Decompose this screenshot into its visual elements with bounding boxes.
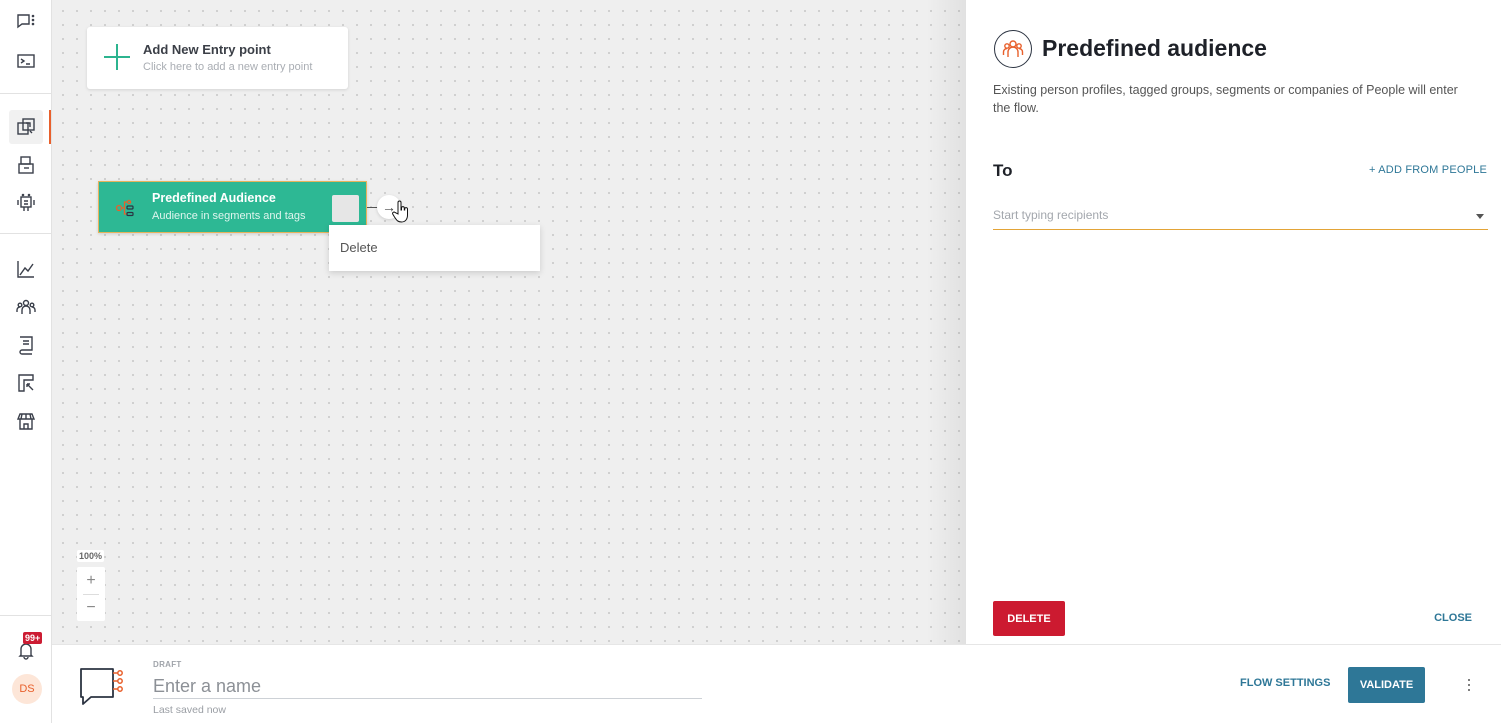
add-from-people-link[interactable]: + ADD FROM PEOPLE (1369, 164, 1487, 176)
rail-divider (0, 93, 52, 94)
rail-item-conversations[interactable] (9, 5, 43, 39)
rail-item-analytics[interactable] (9, 252, 43, 286)
chat-menu-icon (17, 14, 35, 29)
flows-icon (17, 118, 35, 135)
recipients-input[interactable]: Start typing recipients (993, 203, 1488, 230)
bot-icon (17, 193, 35, 211)
rail-item-store[interactable] (9, 404, 43, 438)
notification-badge: 99+ (23, 632, 43, 644)
left-nav-rail: 99+ DS (0, 0, 52, 723)
flow-footer: DRAFT Last saved now FLOW SETTINGS VALID… (52, 644, 1501, 723)
last-saved-text: Last saved now (153, 704, 226, 716)
node-subtitle: Audience in segments and tags (152, 210, 306, 222)
node-title: Predefined Audience (152, 191, 276, 205)
add-entry-point-card[interactable]: Add New Entry point Click here to add a … (87, 27, 348, 89)
validate-button[interactable]: VALIDATE (1348, 667, 1425, 703)
rail-item-bots[interactable] (9, 186, 43, 220)
flow-canvas[interactable]: Add New Entry point Click here to add a … (52, 0, 966, 644)
hand-cursor-icon (392, 200, 408, 223)
to-label: To (993, 161, 1013, 180)
delete-button[interactable]: DELETE (993, 601, 1065, 636)
dropdown-caret-icon[interactable] (1476, 214, 1484, 219)
recipients-placeholder: Start typing recipients (993, 208, 1109, 222)
rail-item-flows[interactable] (9, 110, 43, 144)
node-menu-button[interactable] (332, 195, 359, 222)
predefined-audience-node[interactable]: Predefined Audience Audience in segments… (98, 181, 367, 233)
user-avatar[interactable]: DS (12, 674, 42, 704)
more-options-icon[interactable] (1462, 674, 1476, 696)
flow-name-input[interactable] (153, 674, 702, 699)
rail-divider (0, 615, 52, 616)
panel-title: Predefined audience (1042, 35, 1267, 61)
rail-item-widget[interactable] (9, 366, 43, 400)
flow-settings-button[interactable]: FLOW SETTINGS (1240, 677, 1330, 689)
panel-description: Existing person profiles, tagged groups,… (993, 83, 1458, 115)
audience-icon (994, 30, 1032, 68)
flow-status: DRAFT (153, 660, 182, 669)
inbox-icon (18, 156, 34, 174)
zoom-out-button[interactable]: − (77, 595, 105, 621)
terminal-icon (17, 54, 35, 68)
audience-node-icon (115, 199, 134, 217)
entry-settings-panel: Predefined audience Existing person prof… (966, 0, 1501, 644)
context-menu-delete[interactable]: Delete (340, 240, 378, 255)
rail-item-console[interactable] (9, 44, 43, 78)
add-entry-subtitle: Click here to add a new entry point (143, 61, 313, 73)
knowledge-book-icon (19, 336, 33, 355)
add-entry-title: Add New Entry point (143, 42, 271, 57)
widget-icon (18, 374, 34, 392)
store-icon (16, 413, 36, 430)
zoom-in-button[interactable]: + (77, 568, 105, 594)
people-icon (16, 299, 36, 314)
node-context-menu: Delete (329, 225, 540, 271)
close-button[interactable]: CLOSE (1434, 612, 1472, 624)
zoom-level: 100% (77, 550, 105, 562)
rail-item-knowledge[interactable] (9, 328, 43, 362)
plus-icon (104, 44, 130, 70)
analytics-icon (17, 261, 34, 278)
rail-item-people[interactable] (9, 290, 43, 324)
active-indicator (49, 110, 51, 144)
rail-divider (0, 233, 52, 234)
flow-chat-icon (80, 668, 123, 705)
canvas-shadow (926, 0, 966, 644)
app: 99+ DS Add New Entry point Click here to… (0, 0, 1501, 723)
rail-item-inbox[interactable] (9, 148, 43, 182)
zoom-controls: + − (77, 567, 105, 621)
